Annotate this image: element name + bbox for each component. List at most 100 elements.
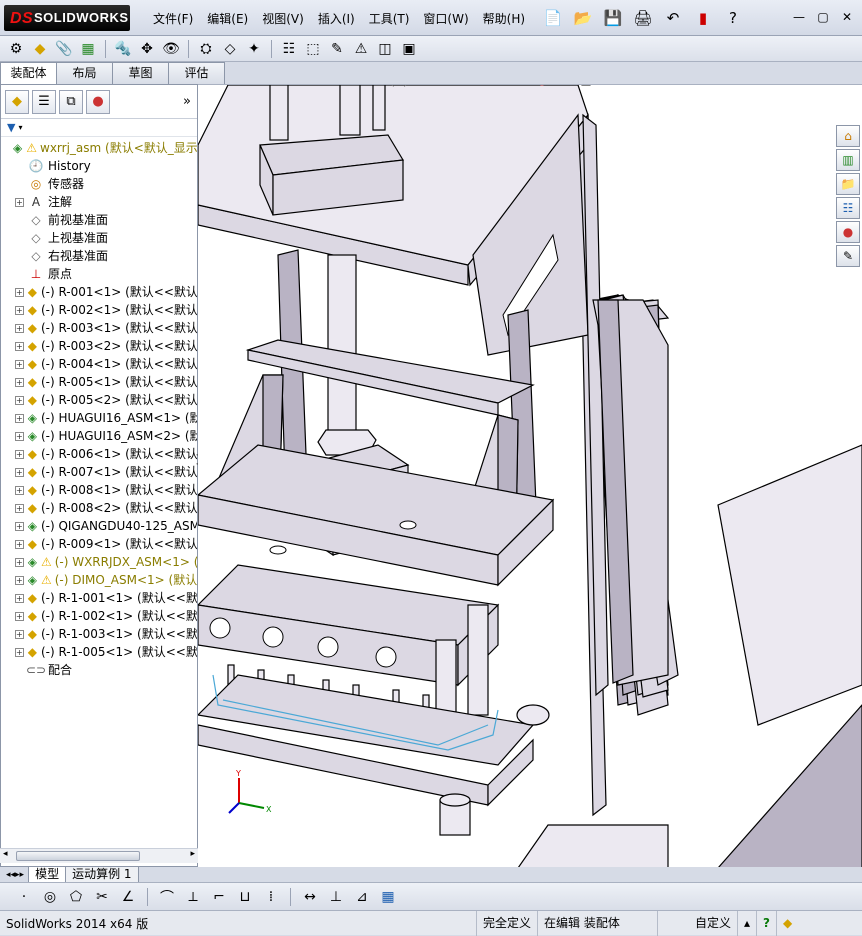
tree-item[interactable]: + A 注解 [1,193,197,211]
view-palette-icon[interactable]: ☷ [836,197,860,219]
tree-item[interactable]: ◇ 前视基准面 [1,211,197,229]
units-chevron-icon[interactable]: ▴ [737,910,756,936]
point-icon[interactable]: · [14,887,34,907]
file-explorer-icon[interactable]: 📁 [836,173,860,195]
linear-pattern-icon[interactable]: ▦ [78,39,98,59]
show-hidden-icon[interactable]: 👁 [161,39,181,59]
new-document-icon[interactable]: 📄 [540,7,566,29]
tab-evaluate[interactable]: 评估 [168,62,225,84]
angle-dimension-icon[interactable]: ⊿ [352,887,372,907]
custom-properties-icon[interactable]: ✎ [836,245,860,267]
tree-item[interactable]: +◈⚠(-) WXRRJDX_ASM<1> (默认 [1,553,197,571]
expand-icon[interactable]: + [15,557,24,567]
menu-file[interactable]: 文件(F) [146,10,200,28]
smart-fasteners-icon[interactable]: 🔩 [113,39,133,59]
insert-component-icon[interactable]: ⚙ [6,39,26,59]
scroll-right-icon[interactable]: ▸ [190,849,195,859]
tree-item[interactable]: +◆(-) R-1-003<1> (默认<<默认> [1,625,197,643]
tab-model[interactable]: 模型 [28,866,67,883]
menu-insert[interactable]: 插入(I) [311,10,362,28]
instant3d-icon[interactable]: ▣ [399,39,419,59]
clearance-verification-icon[interactable]: ◫ [375,39,395,59]
expand-icon[interactable]: + [15,287,24,297]
tree-item[interactable]: + ◆ (-) R-002<1> (默认<<默认>_ [1,301,197,319]
expand-icon[interactable]: + [15,395,24,405]
add-relation-icon[interactable]: ⊥ [326,887,346,907]
graphics-area[interactable]: .f { fill: #dcd8e3; stroke: #000; stroke… [198,84,862,867]
tree-item[interactable]: + ◆ (-) R-007<1> (默认<<默认>_ [1,463,197,481]
expand-icon[interactable]: + [15,197,24,207]
open-icon[interactable]: 📂 [570,7,596,29]
reference-geometry-icon[interactable]: ◇ [220,39,240,59]
trim-icon[interactable]: ✂ [92,887,112,907]
bill-of-materials-icon[interactable]: ☷ [279,39,299,59]
expand-icon[interactable]: + [15,449,24,459]
new-motion-study-icon[interactable]: ✦ [244,39,264,59]
tree-item[interactable]: +◈(-) QIGANGDU40-125_ASM<1> [1,517,197,535]
tile-icon[interactable]: ▣ [782,85,792,86]
tree-item[interactable]: +◆(-) R-1-005<1> (默认<<默认> [1,643,197,661]
solidworks-logo[interactable]: DS SOLIDWORKS [4,5,130,31]
previous-view-icon[interactable]: ↩ [422,85,442,89]
tree-item[interactable]: 🕘 History [1,157,197,175]
tree-item[interactable]: + ◆ (-) R-005<1> (默认<<默认>_ [1,373,197,391]
configuration-manager-tab-icon[interactable]: ⧉ [59,89,83,114]
tree-item[interactable]: + ◆ (-) R-003<1> (默认<<默认>_ [1,319,197,337]
tree-item[interactable]: +◆(-) R-1-002<1> (默认<<默认> [1,607,197,625]
smart-dimension-icon[interactable]: ↔ [300,887,320,907]
edit-appearance-icon[interactable]: ● [532,85,552,89]
tree-item[interactable]: + ◆ (-) R-001<1> (默认<<默认>_ [1,283,197,301]
expand-icon[interactable]: + [15,647,24,657]
restore-doc-icon[interactable]: ❐ [819,85,829,86]
appearances-icon[interactable]: ● [836,221,860,243]
menu-help[interactable]: 帮助(H) [476,10,532,28]
display-style-icon[interactable]: ■ [488,85,508,89]
expand-chevron-icon[interactable]: » [183,94,191,109]
help-icon[interactable]: ? [720,7,746,29]
tree-item[interactable]: ⊥ 原点 [1,265,197,283]
circle-icon[interactable]: ◎ [40,887,60,907]
tree-item[interactable]: + ◆ (-) R-003<2> (默认<<默认>_ [1,337,197,355]
rebuild-icon[interactable]: ▮ [690,7,716,29]
expand-icon[interactable]: + [15,431,24,441]
assembly-model-render[interactable]: .f { fill: #dcd8e3; stroke: #000; stroke… [198,85,862,867]
scroll-left-icon[interactable]: ◂ [3,849,8,859]
expand-icon[interactable]: + [15,377,24,387]
mirror-icon[interactable]: ⟂ [183,887,203,907]
tab-assembly[interactable]: 装配体 [0,62,57,84]
minimize-icon[interactable]: — [790,8,808,24]
expand-icon[interactable]: + [15,521,24,531]
menu-window[interactable]: 窗口(W) [416,10,475,28]
property-manager-tab-icon[interactable]: ☰ [32,89,56,114]
polygon-icon[interactable]: ⬠ [66,887,86,907]
display-manager-tab-icon[interactable]: ● [86,89,110,114]
expand-icon[interactable]: + [15,323,24,333]
tree-item[interactable]: ◇ 右视基准面 [1,247,197,265]
zoom-to-fit-icon[interactable]: 🔍 [378,85,398,89]
tree-item[interactable]: + ◆ (-) R-005<2> (默认<<默认>_ [1,391,197,409]
explode-line-sketch-icon[interactable]: ✎ [327,39,347,59]
nav-arrows-icon[interactable]: ◂◂▸▸ [6,870,24,880]
menu-tools[interactable]: 工具(T) [362,10,417,28]
chevron-down-icon[interactable]: ▾ [18,123,22,132]
tree-item[interactable]: +◆(-) R-1-001<1> (默认<<默认> [1,589,197,607]
status-help-icon[interactable]: ? [756,910,776,936]
save-icon[interactable]: 💾 [600,7,626,29]
expand-icon[interactable]: + [15,611,24,621]
filter-icon[interactable]: ▼ [7,121,15,134]
close-doc-icon[interactable]: ✕ [837,85,846,86]
mate-icon[interactable]: 📎 [54,39,74,59]
tab-layout[interactable]: 布局 [56,62,113,84]
design-library-icon[interactable]: ▥ [836,149,860,171]
tab-sketch[interactable]: 草图 [112,62,169,84]
hide-show-items-icon[interactable]: 👓 [510,85,530,89]
convert-entities-icon[interactable]: ⊔ [235,887,255,907]
scroll-thumb[interactable] [16,851,140,861]
exploded-view-icon[interactable]: ⬚ [303,39,323,59]
tree-root-assembly[interactable]: ◈ ⚠ wxrrj_asm (默认<默认_显示状 [1,139,197,157]
tree-item[interactable]: + ◆ (-) R-008<1> (默认<<默认>_ [1,481,197,499]
tree-item[interactable]: ◇ 上视基准面 [1,229,197,247]
tree-item[interactable]: +◈(-) HUAGUI16_ASM<2> (默认< [1,427,197,445]
line-icon[interactable]: ∠ [118,887,138,907]
expand-icon[interactable]: + [15,575,24,585]
